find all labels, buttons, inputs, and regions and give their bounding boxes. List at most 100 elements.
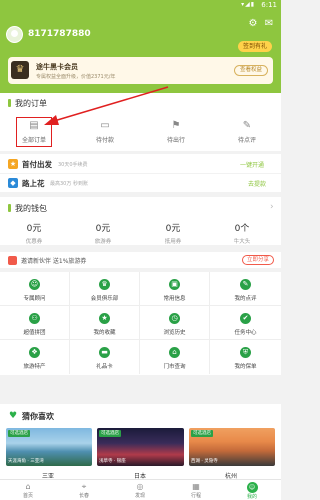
invite-text: 邀请新伙伴 送1%旅游券 [21, 258, 87, 265]
section-accent [8, 99, 11, 107]
user-icon: ☺ [246, 482, 258, 493]
photo-tag: 可选酒店 [191, 430, 213, 437]
wallet-coupons-label: 优惠券 [25, 239, 43, 245]
nav-itinerary[interactable]: ▦ 行程 [168, 480, 224, 499]
service-label: 旅游特产 [23, 364, 46, 370]
wallet-deduction-num: 0元 [165, 224, 181, 234]
wallet-coupons[interactable]: 0元 优惠券 [4, 221, 64, 245]
vip-crown-icon: ♛ [11, 61, 29, 79]
bottom-navigation: ⌂ 首页 ⌖ 长春 ◎ 发现 ▦ 行程 ☺ 我的 [0, 479, 281, 500]
wallet-title: 我的钱包 [15, 204, 47, 213]
order-pending-review[interactable]: ✎ 待点评 [219, 120, 275, 144]
lushanghua-action[interactable]: 去提款 [248, 179, 266, 188]
share-now-button[interactable]: 立即分享 [242, 255, 275, 265]
edit-icon: ✎ [242, 120, 252, 131]
star-icon: ★ [99, 313, 110, 324]
heart-icon: ♥ [9, 411, 18, 421]
wallet-travel-label: 旅游券 [94, 239, 112, 245]
chevron-right-icon[interactable]: › [270, 202, 274, 212]
nav-discover[interactable]: ◎ 发现 [112, 480, 168, 499]
lushanghua-icon: ◆ [8, 178, 18, 188]
signin-reward-button[interactable]: 签到有礼 [237, 41, 272, 52]
photo-tag: 可选酒店 [99, 430, 121, 437]
wallet-niudatou[interactable]: 0个 牛大头 [212, 221, 272, 245]
order-pending-review-label: 待点评 [237, 137, 256, 144]
status-bar: ▾◢▮ 6:11 [0, 0, 281, 11]
service-my-reviews[interactable]: ✎ 我的点评 [210, 272, 281, 306]
service-favorites[interactable]: ★ 我的收藏 [70, 306, 140, 340]
nav-label: 长春 [78, 493, 89, 499]
insurance-icon: ⛨ [240, 347, 251, 358]
wallet-travel-num: 0元 [95, 224, 111, 234]
message-icon[interactable]: ✉ [263, 18, 275, 30]
wallet-travel-vouchers[interactable]: 0元 旅游券 [73, 221, 133, 245]
photo-caption: 西湖 · 灵隐寺 [191, 459, 218, 464]
service-gift-card[interactable]: ▬ 礼品卡 [70, 340, 140, 374]
wallet-coupons-num: 0元 [26, 224, 42, 234]
advisor-icon: ☺ [29, 279, 40, 290]
service-advisor[interactable]: ☺ 专属顾问 [0, 272, 70, 306]
shoufu-title: 首付出发 [22, 160, 52, 169]
nav-city[interactable]: ⌖ 长春 [56, 480, 112, 499]
service-member-club[interactable]: ♛ 会员俱乐部 [70, 272, 140, 306]
wallet-deduction[interactable]: 0元 抵用券 [143, 221, 203, 245]
invite-bar[interactable]: 邀请新伙伴 送1%旅游券 立即分享 [0, 252, 281, 268]
order-pending-travel-label: 待出行 [166, 137, 185, 144]
section-accent [8, 204, 11, 212]
nav-label: 首页 [22, 493, 33, 499]
service-label: 超值拼团 [23, 330, 46, 336]
status-time: 6:11 [261, 1, 277, 9]
annotation-arrow [44, 86, 169, 125]
lushanghua-sub: 最高30万 秒到账 [50, 181, 88, 187]
history-icon: ◷ [169, 313, 180, 324]
nav-label: 行程 [190, 493, 201, 499]
service-label: 常用信息 [163, 296, 186, 302]
destination-card-sanya[interactable]: 可选酒店 天涯海角 · 三亚湾 [6, 428, 92, 466]
user-id[interactable]: 8171787880 [28, 29, 91, 39]
wallet-deduction-label: 抵用券 [164, 239, 182, 245]
shoufu-icon: ★ [8, 159, 18, 169]
service-label: 会员俱乐部 [90, 296, 119, 302]
wallet-niudatou-num: 0个 [234, 224, 250, 234]
service-label: 门市查询 [163, 364, 186, 370]
shoufu-row[interactable]: ★ 首付出发 30天0手续费 一键开通 [0, 154, 281, 173]
nav-home[interactable]: ⌂ 首页 [0, 480, 56, 499]
wallet-niudatou-label: 牛大头 [233, 239, 251, 245]
nav-label: 我的 [246, 494, 257, 500]
service-label: 礼品卡 [96, 364, 113, 370]
wallet-section: 我的钱包 › 0元 优惠券 0元 旅游券 0元 抵用券 0个 牛大头 [0, 197, 281, 245]
destination-card-japan[interactable]: 可选酒店 浅草寺 · 银座 [97, 428, 184, 466]
avatar[interactable] [6, 26, 23, 43]
gift-icon [8, 256, 17, 265]
service-group-buy[interactable]: ⚇ 超值拼团 [0, 306, 70, 340]
order-pending-payment-label: 待付款 [95, 137, 114, 144]
nav-label: 发现 [134, 493, 145, 499]
signal-icon: ▾◢▮ [241, 1, 255, 8]
settings-gear-icon[interactable]: ⚙ [247, 18, 259, 30]
home-icon: ⌂ [25, 482, 31, 491]
vip-title: 途牛黑卡会员 [36, 63, 78, 71]
service-task-center[interactable]: ✔ 任务中心 [210, 306, 281, 340]
lushanghua-row[interactable]: ◆ 路上花 最高30万 秒到账 去提款 [0, 174, 281, 192]
service-store-search[interactable]: ⌂ 门市查询 [140, 340, 210, 374]
service-label: 专属顾问 [23, 296, 46, 302]
flag-icon: ⚑ [171, 120, 181, 131]
destination-card-hangzhou[interactable]: 可选酒店 西湖 · 灵隐寺 [189, 428, 275, 466]
photo-tag: 可选酒店 [8, 430, 30, 437]
compass-icon: ◎ [136, 482, 144, 491]
favorites-title: 猜你喜欢 [22, 412, 54, 421]
service-common-info[interactable]: ▣ 常用信息 [140, 272, 210, 306]
service-label: 浏览历史 [163, 330, 186, 336]
lushanghua-title: 路上花 [22, 179, 45, 188]
nav-mine[interactable]: ☺ 我的 [224, 480, 280, 500]
shoufu-action[interactable]: 一键开通 [240, 160, 264, 169]
vip-card[interactable]: ♛ 途牛黑卡会员 专属权益全面升级，价值2371元/年 查看权益 [8, 57, 273, 84]
service-history[interactable]: ◷ 浏览历史 [140, 306, 210, 340]
view-benefits-button[interactable]: 查看权益 [233, 65, 268, 76]
service-label: 我的点评 [234, 296, 257, 302]
service-specialties[interactable]: ❖ 旅游特产 [0, 340, 70, 374]
shoufu-sub: 30天0手续费 [58, 162, 88, 168]
task-icon: ✔ [240, 313, 251, 324]
service-insurance[interactable]: ⛨ 我的保单 [210, 340, 281, 374]
service-label: 我的保单 [234, 364, 257, 370]
